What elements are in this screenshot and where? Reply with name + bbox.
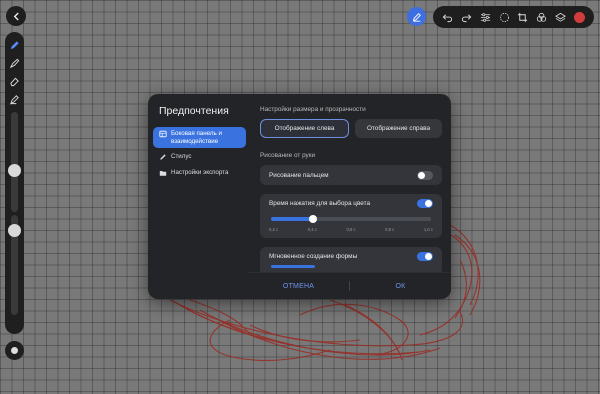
folder-icon bbox=[159, 169, 167, 177]
edit-button[interactable] bbox=[407, 7, 426, 26]
lasso-button[interactable] bbox=[497, 10, 511, 24]
sidebar-icon bbox=[159, 130, 167, 138]
toggle-knob bbox=[418, 171, 425, 179]
instant-shape-row: Мгновенное создание формы bbox=[260, 247, 442, 275]
dot-icon bbox=[11, 347, 18, 354]
edit-icon bbox=[412, 12, 421, 22]
undo-button[interactable] bbox=[440, 10, 454, 24]
tick-label: 1,0 с bbox=[423, 227, 433, 232]
preferences-nav: Боковая панель и взаимодействие Стилус Н… bbox=[153, 127, 246, 182]
redo-button[interactable] bbox=[459, 10, 473, 24]
display-left-button[interactable]: Отображение слева bbox=[260, 119, 349, 138]
press-time-ticks: 0,2 с 0,4 с 0,6 с 0,8 с 1,0 с bbox=[269, 226, 433, 238]
adjust-icon bbox=[480, 12, 490, 22]
brush-tool[interactable] bbox=[7, 56, 22, 71]
layers-icon bbox=[555, 12, 567, 22]
slider-knob[interactable] bbox=[308, 215, 317, 223]
chevron-left-icon bbox=[13, 12, 19, 20]
finger-drawing-toggle[interactable] bbox=[417, 170, 433, 180]
current-color-swatch bbox=[574, 11, 586, 23]
press-time-label: Время нажатия для выбора цвета bbox=[269, 199, 371, 207]
press-time-row: Время нажатия для выбора цвета 0,2 с 0,4… bbox=[260, 194, 442, 238]
display-side-selector: Отображение слева Отображение справа bbox=[260, 119, 442, 138]
tick-label: 0,8 с bbox=[385, 227, 395, 232]
instant-shape-label: Мгновенное создание формы bbox=[269, 252, 358, 260]
display-right-button[interactable]: Отображение справа bbox=[355, 119, 442, 138]
marker-icon bbox=[9, 95, 19, 105]
nav-item-export[interactable]: Настройки экспорта bbox=[153, 166, 246, 180]
eraser-tool[interactable] bbox=[7, 74, 22, 89]
tick-label: 0,4 с bbox=[307, 227, 317, 232]
blend-icon bbox=[537, 12, 547, 22]
preferences-content: Настройки размера и прозрачности Отображ… bbox=[260, 106, 442, 275]
dialog-footer: ОТМЕНА ОК bbox=[248, 272, 451, 299]
cancel-button[interactable]: ОТМЕНА bbox=[248, 283, 349, 290]
brush-size-slider[interactable] bbox=[11, 112, 18, 212]
instant-shape-toggle[interactable] bbox=[417, 251, 433, 261]
nav-item-label: Стилус bbox=[171, 153, 192, 161]
redo-icon bbox=[461, 13, 472, 22]
toggle-knob bbox=[425, 252, 432, 260]
layers-button[interactable] bbox=[554, 10, 568, 24]
toggle-knob bbox=[425, 199, 432, 207]
marker-tool[interactable] bbox=[7, 92, 22, 107]
ok-button[interactable]: ОК bbox=[350, 283, 451, 290]
crop-icon bbox=[518, 12, 528, 22]
brush-size-knob[interactable] bbox=[8, 164, 21, 177]
adjust-button[interactable] bbox=[478, 10, 492, 24]
blend-button[interactable] bbox=[535, 10, 549, 24]
nav-item-sidebar[interactable]: Боковая панель и взаимодействие bbox=[153, 127, 246, 149]
tick-label: 0,2 с bbox=[269, 227, 279, 232]
slider-fill bbox=[271, 217, 313, 221]
finger-drawing-row: Рисование пальцем bbox=[260, 165, 442, 185]
size-section-label: Настройки размера и прозрачности bbox=[260, 106, 366, 113]
press-time-slider[interactable] bbox=[269, 212, 433, 226]
left-toolbar bbox=[5, 32, 24, 334]
press-time-toggle[interactable] bbox=[417, 198, 433, 208]
stylus-icon bbox=[159, 153, 167, 161]
undo-icon bbox=[442, 13, 453, 22]
nav-item-stylus[interactable]: Стилус bbox=[153, 150, 246, 164]
nav-item-label: Боковая панель и взаимодействие bbox=[171, 130, 222, 145]
back-button[interactable] bbox=[6, 6, 26, 26]
pencil-icon bbox=[10, 41, 19, 50]
top-toolbar bbox=[433, 6, 594, 28]
lasso-icon bbox=[499, 12, 509, 22]
finger-drawing-label: Рисование пальцем bbox=[269, 171, 329, 179]
nav-item-label: Настройки экспорта bbox=[171, 169, 229, 177]
hand-section-label: Рисование от руки bbox=[260, 152, 316, 159]
instant-shape-slider-fill bbox=[271, 265, 315, 268]
tick-label: 0,6 с bbox=[346, 227, 356, 232]
crop-button[interactable] bbox=[516, 10, 530, 24]
pencil-tool[interactable] bbox=[7, 38, 22, 53]
eraser-icon bbox=[10, 77, 19, 87]
dialog-title: Предпочтения bbox=[159, 105, 229, 117]
opacity-knob[interactable] bbox=[8, 224, 21, 237]
brush-icon bbox=[9, 58, 20, 69]
current-color-button[interactable] bbox=[573, 10, 587, 24]
color-picker-button[interactable] bbox=[5, 341, 24, 360]
preferences-dialog: Предпочтения Боковая панель и взаимодейс… bbox=[148, 94, 451, 299]
